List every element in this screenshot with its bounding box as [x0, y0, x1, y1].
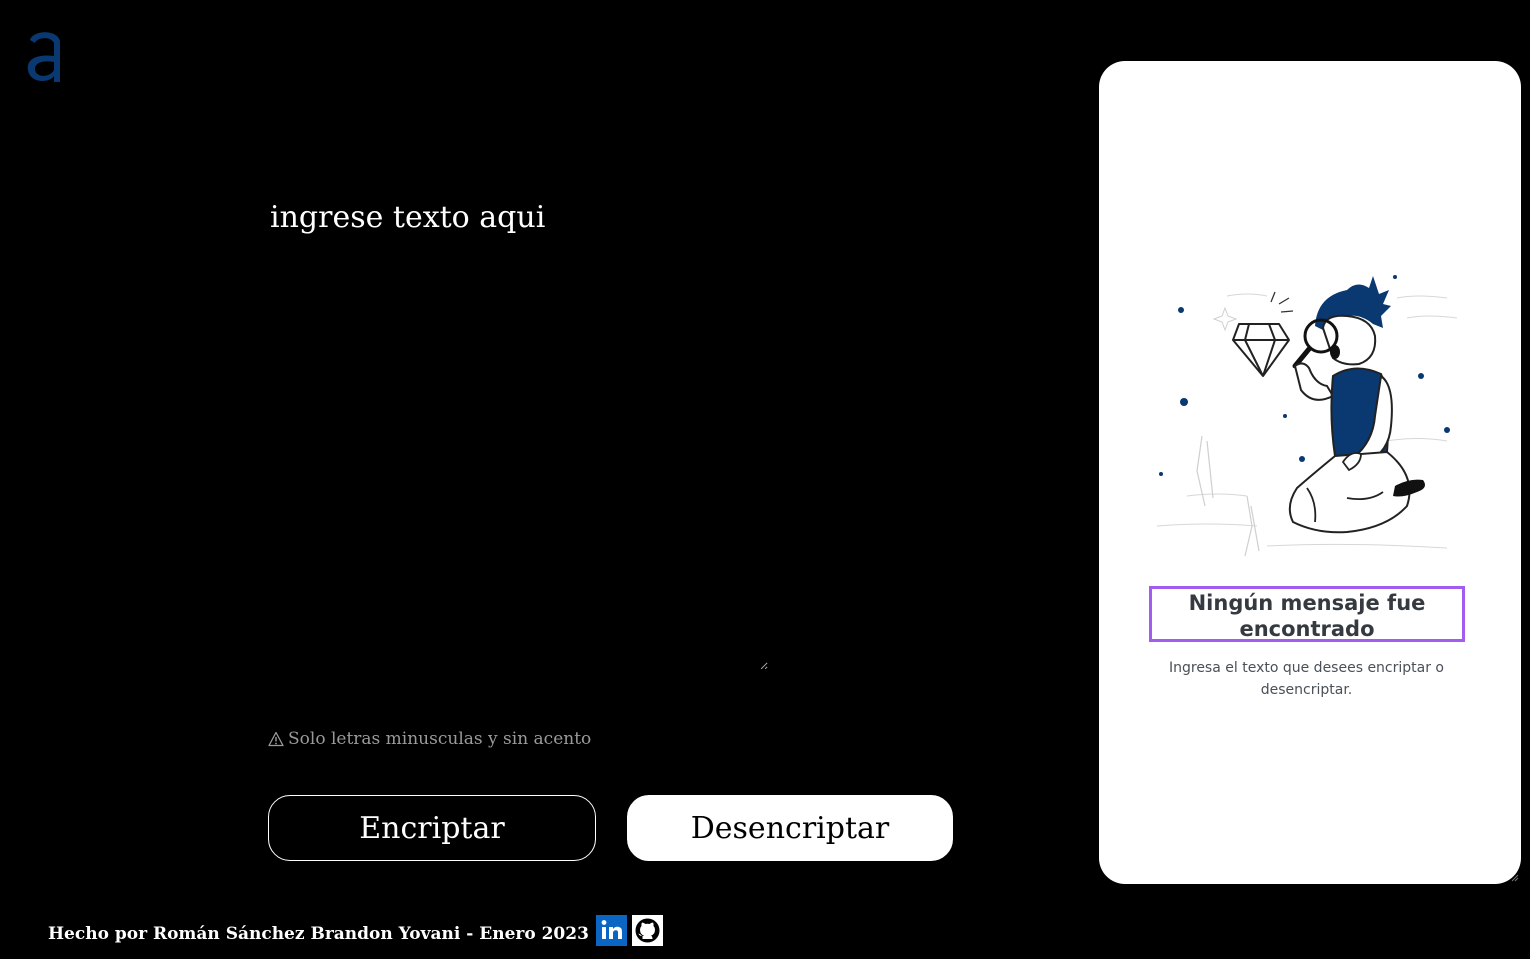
encrypt-button[interactable]: Encriptar [268, 795, 596, 861]
github-icon[interactable] [631, 915, 663, 946]
warning-triangle-icon [268, 731, 284, 747]
warning-text: Solo letras minusculas y sin acento [288, 729, 592, 749]
empty-state-text: Ingresa el texto que desees encriptar o … [1168, 660, 1445, 698]
linkedin-icon[interactable] [595, 915, 627, 946]
alura-logo [24, 26, 68, 88]
empty-state-title: Ningún mensaje fue encontrado [1149, 586, 1465, 642]
message-input[interactable] [268, 190, 768, 670]
decrypt-button[interactable]: Desencriptar [627, 795, 953, 861]
alura-a-logo-icon [27, 32, 60, 82]
footer: Hecho por Román Sánchez Brandon Yovani -… [48, 915, 663, 946]
footer-credit: Hecho por Román Sánchez Brandon Yovani -… [48, 924, 589, 944]
resize-grip-icon[interactable] [1509, 872, 1519, 882]
output-panel: Ningún mensaje fue encontrado Ingresa el… [1099, 61, 1521, 884]
input-warning: Solo letras minusculas y sin acento [268, 729, 591, 749]
person-with-magnifier-illustration [1156, 275, 1458, 557]
